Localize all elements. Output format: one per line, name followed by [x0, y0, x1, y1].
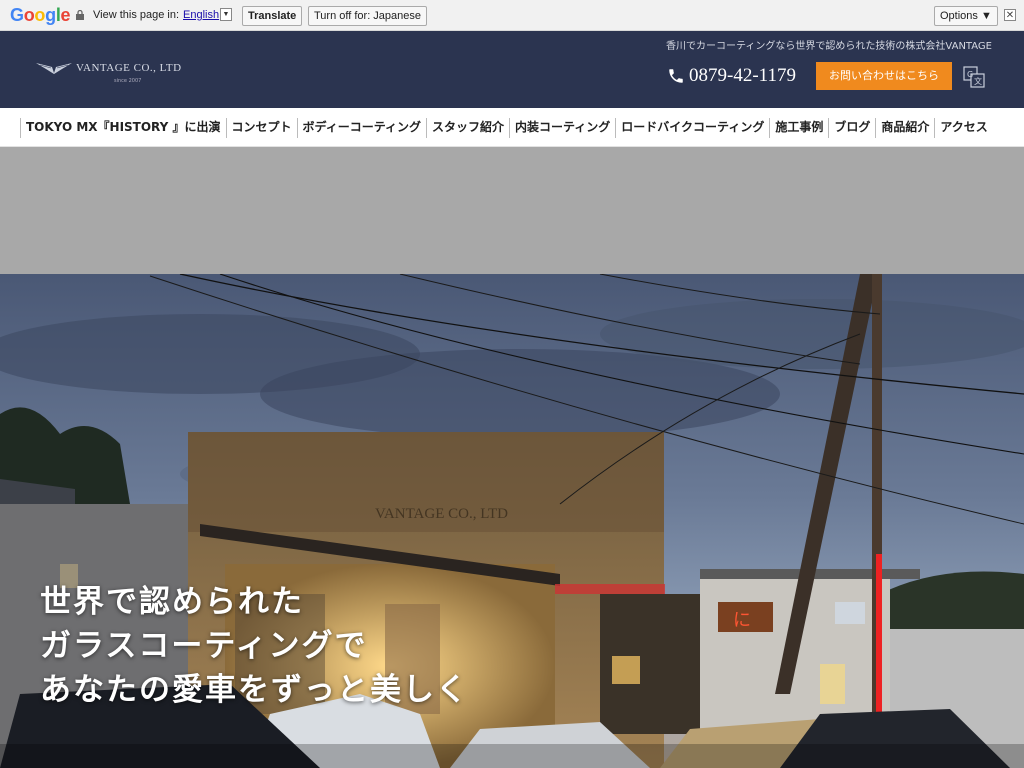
nav-item-roadbike-coating[interactable]: ロードバイクコーティング	[615, 118, 769, 138]
phone-number[interactable]: 0879-42-1179	[667, 65, 796, 87]
building-sign: VANTAGE CO., LTD	[375, 506, 508, 522]
nav-item-blog[interactable]: ブログ	[828, 118, 875, 138]
options-button[interactable]: Options ▼	[934, 6, 998, 26]
hero-line-2: ガラスコーティングで	[40, 628, 368, 664]
contact-button[interactable]: お問い合わせはこちら	[816, 62, 952, 90]
turn-off-button[interactable]: Turn off for: Japanese	[308, 6, 428, 26]
view-page-label: View this page in:	[93, 9, 180, 21]
main-nav: TOKYO MX『HISTORY 』に出演 コンセプト ボディーコーティング ス…	[0, 108, 1024, 147]
translate-button[interactable]: Translate	[242, 6, 303, 26]
nav-item-access[interactable]: アクセス	[934, 118, 992, 138]
close-icon[interactable]: ✕	[1004, 9, 1016, 21]
hero-section: VANTAGE CO., LTD に 世界で認められた ガラスコーティングで あ…	[0, 274, 1024, 768]
hero-line-1: 世界で認められた	[40, 584, 304, 620]
google-logo: Google	[10, 5, 71, 25]
wing-logo-icon	[36, 63, 72, 74]
svg-text:G: G	[967, 70, 973, 79]
hero-headline: 世界で認められた ガラスコーティングで あなたの愛車をずっと美しく	[40, 580, 469, 712]
site-logo[interactable]: VANTAGE CO., LTD since 2007	[36, 61, 182, 84]
nav-item-cases[interactable]: 施工事例	[769, 118, 828, 138]
nav-item-concept[interactable]: コンセプト	[225, 118, 297, 138]
nav-item-products[interactable]: 商品紹介	[875, 118, 934, 138]
logo-text: VANTAGE CO., LTD	[76, 62, 182, 74]
lock-icon	[76, 10, 84, 20]
header-tagline: 香川でカーコーティングなら世界で認められた技術の株式会社VANTAGE	[666, 41, 992, 52]
logo-since: since 2007	[114, 78, 142, 84]
svg-text:文: 文	[974, 76, 982, 86]
gray-banner	[0, 147, 1024, 274]
svg-text:に: に	[733, 610, 751, 631]
dropdown-arrow-icon[interactable]: ▼	[220, 8, 232, 21]
phone-number-text: 0879-42-1179	[689, 65, 796, 86]
hero-line-3: あなたの愛車をずっと美しく	[40, 672, 469, 708]
nav-item-body-coating[interactable]: ボディーコーティング	[296, 118, 426, 138]
nav-item-tokyo-mx[interactable]: TOKYO MX『HISTORY 』に出演	[20, 118, 226, 138]
nav-item-staff[interactable]: スタッフ紹介	[425, 118, 509, 138]
translate-bar: Google View this page in: English ▼ Tran…	[0, 0, 1024, 31]
site-header: VANTAGE CO., LTD since 2007 香川でカーコーティングな…	[0, 31, 1024, 108]
nav-item-interior-coating[interactable]: 内装コーティング	[509, 118, 615, 138]
phone-icon	[669, 69, 683, 83]
translate-icon[interactable]: G 文	[963, 66, 985, 88]
language-select[interactable]: English	[183, 9, 219, 21]
